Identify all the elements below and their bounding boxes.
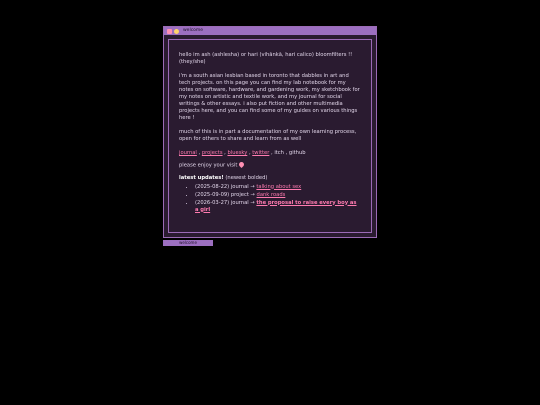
link-projects[interactable]: projects bbox=[202, 150, 223, 156]
link-github[interactable]: github bbox=[289, 150, 306, 156]
list-item: (2025-08-22) journal → talking about sex bbox=[195, 184, 361, 191]
updates-subheading: (newest bolded) bbox=[225, 174, 268, 181]
window-content: hello im ash (ashlesha) or hari (vihānkā… bbox=[168, 39, 372, 233]
list-item: (2025-09-09) project → dank roads bbox=[195, 192, 361, 199]
arrow-icon: → bbox=[250, 183, 255, 190]
social-links: journal , projects , bluesky , twitter ,… bbox=[179, 150, 361, 157]
heart-icon bbox=[238, 160, 246, 169]
update-date: (2025-08-22) bbox=[195, 183, 230, 190]
window-title: welcome bbox=[183, 28, 204, 33]
welcome-window: welcome hello im ash (ashlesha) or hari … bbox=[163, 26, 377, 238]
documentation-text: much of this is in part a documentation … bbox=[179, 129, 357, 142]
bio-text: i'm a south asian lesbian based in toron… bbox=[179, 73, 360, 121]
update-kind: project bbox=[230, 191, 249, 198]
update-date: (2025-09-09) bbox=[195, 191, 230, 198]
enjoy-text: please enjoy your visit bbox=[179, 162, 238, 169]
link-journal[interactable]: journal bbox=[179, 150, 197, 156]
face-icon bbox=[174, 28, 179, 34]
updates-heading: latest updates! bbox=[179, 174, 224, 181]
update-link[interactable]: dank roads bbox=[257, 192, 286, 198]
arrow-icon: → bbox=[250, 199, 255, 206]
arrow-icon: → bbox=[250, 191, 255, 198]
intro-text: hello im ash (ashlesha) or hari (vihānkā… bbox=[179, 52, 353, 65]
link-bluesky[interactable]: bluesky bbox=[227, 150, 247, 156]
taskbar-welcome-button[interactable]: welcome bbox=[163, 240, 213, 246]
list-item: (2026-03-27) journal → the proposal to r… bbox=[195, 200, 361, 214]
update-date: (2026-03-27) bbox=[195, 199, 230, 206]
update-link[interactable]: talking about sex bbox=[256, 184, 301, 190]
updates-header: latest updates! (newest bolded) bbox=[179, 175, 361, 182]
update-kind: journal bbox=[230, 199, 249, 206]
link-twitter[interactable]: twitter bbox=[252, 150, 269, 156]
window-titlebar[interactable]: welcome bbox=[164, 27, 376, 35]
enjoy-line: please enjoy your visit bbox=[179, 160, 361, 170]
heart-icon bbox=[167, 28, 172, 34]
update-kind: journal bbox=[230, 183, 249, 190]
link-itch[interactable]: itch bbox=[274, 150, 284, 156]
updates-list: (2025-08-22) journal → talking about sex… bbox=[179, 184, 361, 214]
